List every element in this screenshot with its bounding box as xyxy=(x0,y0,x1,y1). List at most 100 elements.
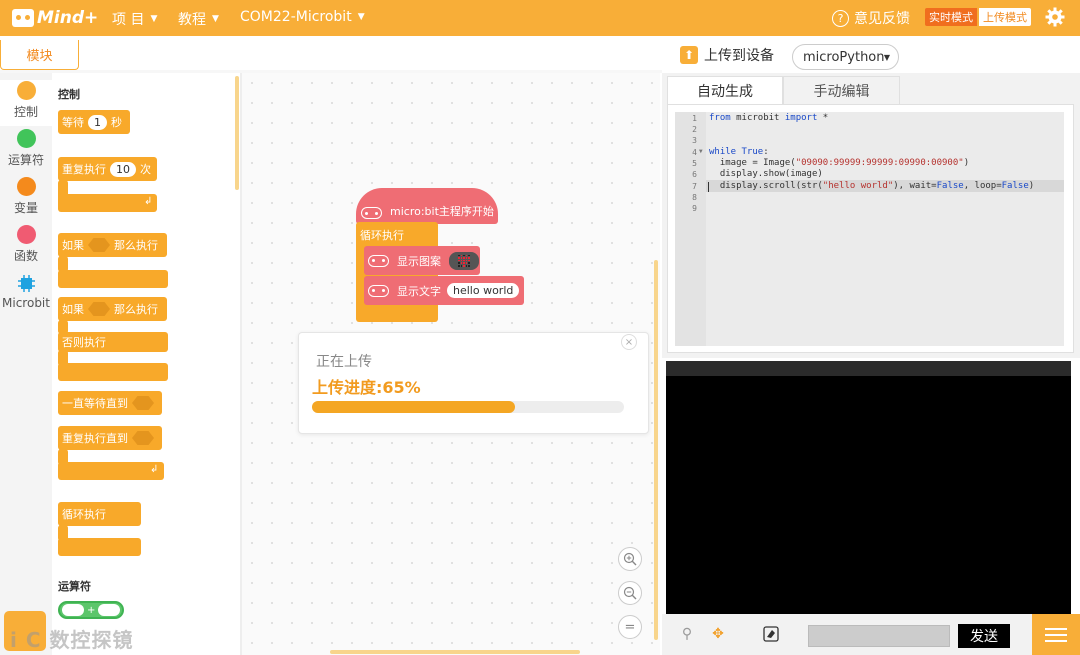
tab-manual-edit[interactable]: 手动编辑 xyxy=(783,76,900,104)
block-show-text[interactable]: 显示文字 hello world xyxy=(364,276,524,305)
block-label: 次 xyxy=(140,163,151,176)
gear-icon[interactable] xyxy=(1045,7,1065,27)
category-control[interactable]: 控制 xyxy=(0,80,52,126)
block-foot xyxy=(58,538,141,556)
menu-project-label: 项 目 xyxy=(112,12,145,28)
block-label: micro:bit主程序开始 xyxy=(390,205,494,218)
led-pixel xyxy=(468,254,470,257)
tab-modules[interactable]: 模块 xyxy=(0,40,79,70)
language-value: microPython xyxy=(803,49,885,65)
block-show-image[interactable]: 显示图案 xyxy=(364,246,480,275)
operand-slot[interactable] xyxy=(98,604,121,616)
palette-scrollbar[interactable] xyxy=(235,76,239,190)
microbit-chip-icon xyxy=(17,275,35,292)
app-logo[interactable]: Mind+ xyxy=(12,5,98,31)
category-operators[interactable]: 运算符 xyxy=(0,129,52,168)
block-input[interactable]: 10 xyxy=(110,161,136,177)
block-if-else[interactable]: 如果 那么执行 xyxy=(58,297,167,321)
image-picker[interactable] xyxy=(449,251,479,270)
feedback-button[interactable]: ? 意见反馈 xyxy=(832,8,910,28)
block-add[interactable]: + xyxy=(58,601,125,619)
menu-device[interactable]: COM22-Microbit ▼ xyxy=(240,9,365,25)
language-select[interactable]: microPython ▼ xyxy=(792,44,899,70)
caret-down-icon: ▼ xyxy=(357,12,365,22)
led-pixel xyxy=(458,262,460,264)
list-menu-button[interactable] xyxy=(1032,614,1080,655)
led-pixel xyxy=(468,262,470,264)
category-label: 控制 xyxy=(13,105,38,119)
led-pixel xyxy=(468,259,470,262)
code-editor[interactable]: 1 2 3 4 5 6 7 8 9 ▼ from microbit import… xyxy=(675,112,1064,346)
palette-section-operators: 运算符 xyxy=(58,580,91,593)
block-label: 秒 xyxy=(111,116,122,129)
block-label: 重复执行直到 xyxy=(62,432,128,445)
upload-mode-button[interactable]: 上传模式 xyxy=(979,8,1031,26)
zoom-out-icon xyxy=(623,586,637,600)
canvas-horizontal-scrollbar[interactable] xyxy=(330,650,580,654)
block-input[interactable]: 1 xyxy=(88,114,107,130)
category-functions[interactable]: 函数 xyxy=(0,225,52,264)
condition-slot[interactable] xyxy=(88,238,110,252)
text-cursor xyxy=(708,182,709,192)
connect-plug-icon[interactable]: ✥ xyxy=(707,622,729,646)
block-label: 那么执行 xyxy=(114,303,158,316)
condition-slot[interactable] xyxy=(132,396,154,410)
line-number: 6 xyxy=(692,170,697,179)
category-variables[interactable]: 变量 xyxy=(0,177,52,216)
block-repeat[interactable]: 重复执行 10 次 xyxy=(58,157,157,181)
block-repeat-until[interactable]: 重复执行直到 xyxy=(58,426,162,450)
menu-tutorial[interactable]: 教程 ▼ xyxy=(178,9,219,29)
zoom-in-icon xyxy=(623,552,637,566)
condition-slot[interactable] xyxy=(132,431,154,445)
loop-arrow-icon: ↲ xyxy=(144,196,153,207)
progress-text: 上传进度:65% xyxy=(312,378,421,397)
functions-dot-icon xyxy=(16,225,36,244)
block-wait[interactable]: 等待 1 秒 xyxy=(58,110,130,134)
menu-project[interactable]: 项 目 ▼ xyxy=(112,9,157,29)
led-pixel xyxy=(460,264,463,267)
category-microbit[interactable]: Microbit xyxy=(0,274,52,310)
robot-logo-icon xyxy=(12,9,34,27)
category-label: Microbit xyxy=(2,296,50,310)
line-number: 9 xyxy=(692,204,697,213)
canvas-vertical-scrollbar[interactable] xyxy=(654,260,658,640)
serial-send-input[interactable] xyxy=(808,625,950,647)
block-foot xyxy=(58,363,168,381)
live-mode-button[interactable]: 实时模式 xyxy=(925,8,977,26)
clear-eraser-icon[interactable] xyxy=(760,622,782,646)
eraser-icon xyxy=(763,626,779,642)
logo-text: Mind+ xyxy=(37,8,99,28)
block-label: 那么执行 xyxy=(114,239,158,252)
category-label: 函数 xyxy=(13,249,38,263)
block-else: 否则执行 xyxy=(58,332,168,352)
line-gutter: 1 2 3 4 5 6 7 8 9 ▼ xyxy=(675,112,706,346)
zoom-out-button[interactable] xyxy=(618,581,642,605)
tab-auto-generate[interactable]: 自动生成 xyxy=(667,76,783,104)
block-main-program[interactable]: micro:bit主程序开始 xyxy=(356,188,498,224)
caret-down-icon: ▼ xyxy=(212,14,219,24)
microbit-icon xyxy=(368,284,389,297)
zoom-reset-button[interactable]: = xyxy=(618,615,642,639)
serial-terminal[interactable] xyxy=(666,361,1071,614)
zoom-in-button[interactable] xyxy=(618,547,642,571)
text-input[interactable]: hello world xyxy=(447,283,520,298)
condition-slot[interactable] xyxy=(88,302,110,316)
block-wait-until[interactable]: 一直等待直到 xyxy=(58,391,162,415)
top-bar: Mind+ 项 目 ▼ 教程 ▼ COM22-Microbit ▼ ? 意见反馈 实时… xyxy=(0,0,1080,36)
block-if-then[interactable]: 如果 那么执行 xyxy=(58,233,167,257)
upload-to-device-button[interactable]: ⬆ 上传到设备 xyxy=(680,45,774,65)
palette-section-control: 控制 xyxy=(58,88,80,101)
send-button[interactable]: 发送 xyxy=(958,624,1010,648)
usb-icon[interactable]: ⚲ xyxy=(676,622,698,646)
led-pixel xyxy=(460,254,463,257)
operand-slot[interactable] xyxy=(62,604,84,616)
block-label: 显示文字 xyxy=(397,284,441,298)
led-pixel xyxy=(463,264,465,267)
led-pixel xyxy=(468,257,470,259)
list-icon-line xyxy=(1045,633,1067,636)
fold-arrow-icon[interactable]: ▼ xyxy=(699,148,703,155)
upload-label: 上传到设备 xyxy=(704,48,774,64)
block-forever[interactable]: 循环执行 xyxy=(58,502,141,526)
led-pixel xyxy=(458,254,460,257)
close-icon[interactable]: × xyxy=(621,334,637,350)
